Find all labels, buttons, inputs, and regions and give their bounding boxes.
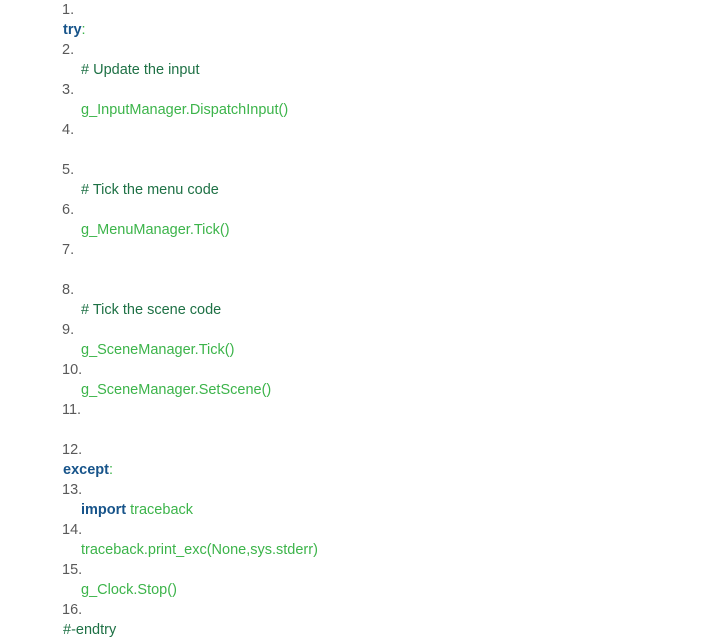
code-step: 11.	[0, 400, 714, 440]
code-step: 13. import traceback	[0, 480, 714, 520]
code-line: # Tick the menu code	[0, 180, 714, 200]
token-keyword: except	[63, 462, 109, 478]
token-comment: #-endtry	[63, 622, 117, 638]
token-code: traceback.print_exc(None,sys.stderr)	[81, 542, 318, 558]
code-step: 7.	[0, 240, 714, 280]
line-number: 16.	[62, 602, 83, 618]
line-number: 15.	[62, 562, 83, 578]
token-punct: :	[108, 462, 113, 478]
token-code: g_InputManager.DispatchInput()	[81, 102, 289, 118]
code-line: traceback.print_exc(None,sys.stderr)	[0, 540, 714, 560]
code-step: 3. g_InputManager.DispatchInput()	[0, 80, 714, 120]
line-number: 4.	[62, 122, 75, 138]
token-code: traceback	[126, 502, 194, 518]
code-step: 1. try:	[0, 0, 714, 40]
code-step: 6. g_MenuManager.Tick()	[0, 200, 714, 240]
code-line: # Tick the scene code	[0, 300, 714, 320]
code-step: 2. # Update the input	[0, 40, 714, 80]
code-step: 15. g_Clock.Stop()	[0, 560, 714, 600]
code-step: 16. #-endtry	[0, 600, 714, 640]
line-number: 10.	[62, 362, 83, 378]
code-step: 4.	[0, 120, 714, 160]
code-line: g_SceneManager.Tick()	[0, 340, 714, 360]
token-code: g_SceneManager.Tick()	[81, 342, 235, 358]
line-number: 9.	[62, 322, 75, 338]
token-comment: # Update the input	[81, 62, 200, 78]
code-line: g_MenuManager.Tick()	[0, 220, 714, 240]
code-line: g_InputManager.DispatchInput()	[0, 100, 714, 120]
code-line: # Update the input	[0, 60, 714, 80]
line-number: 14.	[62, 522, 83, 538]
code-step: 14. traceback.print_exc(None,sys.stderr)	[0, 520, 714, 560]
code-line: g_Clock.Stop()	[0, 580, 714, 600]
code-step: 8. # Tick the scene code	[0, 280, 714, 320]
token-keyword: try	[63, 22, 82, 38]
code-line: try:	[0, 20, 714, 40]
code-listing[interactable]: 1. try: 2. # Update the input 3. g_InputManag…	[0, 0, 714, 640]
code-line: #-endtry	[0, 620, 714, 640]
line-number: 1.	[62, 2, 75, 18]
line-number: 2.	[62, 42, 75, 58]
token-code: g_MenuManager.Tick()	[81, 222, 230, 238]
line-number: 12.	[62, 442, 83, 458]
code-step: 5. # Tick the menu code	[0, 160, 714, 200]
line-number: 8.	[62, 282, 75, 298]
token-code: g_Clock.Stop()	[81, 582, 177, 598]
code-step: 9. g_SceneManager.Tick()	[0, 320, 714, 360]
token-comment: # Tick the menu code	[81, 182, 219, 198]
line-number: 11.	[62, 402, 82, 418]
line-number: 3.	[62, 82, 75, 98]
token-code: g_SceneManager.SetScene()	[81, 382, 272, 398]
line-number: 6.	[62, 202, 75, 218]
code-step: 10. g_SceneManager.SetScene()	[0, 360, 714, 400]
code-line: g_SceneManager.SetScene()	[0, 380, 714, 400]
token-punct: :	[81, 22, 86, 38]
line-number: 5.	[62, 162, 75, 178]
line-number: 7.	[62, 242, 75, 258]
code-line: import traceback	[0, 500, 714, 520]
token-keyword: import	[81, 502, 127, 518]
code-line: except:	[0, 460, 714, 480]
token-comment: # Tick the scene code	[81, 302, 222, 318]
line-number: 13.	[62, 482, 83, 498]
code-step: 12. except:	[0, 440, 714, 480]
